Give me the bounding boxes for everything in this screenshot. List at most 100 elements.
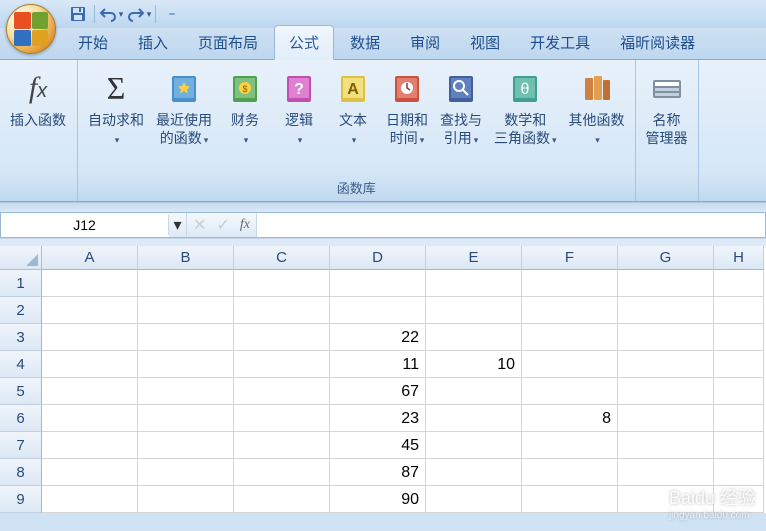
cell[interactable] <box>522 270 618 297</box>
tab-view[interactable]: 视图 <box>456 26 514 59</box>
row-header[interactable]: 8 <box>0 459 42 486</box>
cell[interactable]: 8 <box>522 405 618 432</box>
cell[interactable]: 10 <box>426 351 522 378</box>
cell[interactable]: 67 <box>330 378 426 405</box>
cell[interactable]: 11 <box>330 351 426 378</box>
date-time-button[interactable]: 日期和 时间▾ <box>382 64 432 147</box>
cell[interactable] <box>234 270 330 297</box>
cell[interactable] <box>138 486 234 513</box>
cell[interactable] <box>234 459 330 486</box>
cell[interactable] <box>234 324 330 351</box>
cancel-formula-button[interactable]: ✕ <box>193 215 206 235</box>
select-all-corner[interactable] <box>0 246 42 270</box>
cell[interactable] <box>426 378 522 405</box>
row-header[interactable]: 1 <box>0 270 42 297</box>
name-box[interactable]: J12 <box>1 215 169 235</box>
cell[interactable] <box>426 486 522 513</box>
cell[interactable] <box>426 324 522 351</box>
cell[interactable]: 87 <box>330 459 426 486</box>
cell[interactable] <box>234 378 330 405</box>
redo-button[interactable]: ▾ <box>125 2 153 26</box>
cell[interactable] <box>138 378 234 405</box>
cell[interactable] <box>618 297 714 324</box>
cell[interactable] <box>138 297 234 324</box>
column-header[interactable]: C <box>234 246 330 270</box>
more-functions-button[interactable]: 其他函数▾ <box>565 64 629 147</box>
enter-formula-button[interactable]: ✓ <box>216 215 229 235</box>
math-trig-button[interactable]: θ 数学和 三角函数▾ <box>490 64 561 147</box>
fx-button[interactable]: fx <box>240 217 250 233</box>
column-header[interactable]: F <box>522 246 618 270</box>
cell[interactable] <box>522 486 618 513</box>
tab-insert[interactable]: 插入 <box>124 26 182 59</box>
row-header[interactable]: 5 <box>0 378 42 405</box>
office-button[interactable] <box>6 4 56 54</box>
cell[interactable] <box>618 378 714 405</box>
cell[interactable]: 45 <box>330 432 426 459</box>
cell[interactable] <box>522 459 618 486</box>
row-header[interactable]: 3 <box>0 324 42 351</box>
cell[interactable] <box>426 270 522 297</box>
recently-used-button[interactable]: 最近使用 的函数▾ <box>152 64 216 147</box>
cell[interactable] <box>522 351 618 378</box>
cell[interactable] <box>714 378 764 405</box>
cell[interactable] <box>618 405 714 432</box>
cell[interactable] <box>42 459 138 486</box>
cell[interactable] <box>330 270 426 297</box>
tab-home[interactable]: 开始 <box>64 26 122 59</box>
cell[interactable] <box>234 297 330 324</box>
tab-developer[interactable]: 开发工具 <box>516 26 604 59</box>
cell[interactable] <box>522 378 618 405</box>
row-header[interactable]: 6 <box>0 405 42 432</box>
cell[interactable] <box>42 324 138 351</box>
cell[interactable] <box>618 432 714 459</box>
tab-formulas[interactable]: 公式 <box>274 25 334 60</box>
column-header[interactable]: B <box>138 246 234 270</box>
text-button[interactable]: A 文本▾ <box>328 64 378 147</box>
cell[interactable] <box>714 459 764 486</box>
tab-review[interactable]: 审阅 <box>396 26 454 59</box>
cell[interactable] <box>714 297 764 324</box>
qat-customize-button[interactable]: ⎯ <box>158 2 186 26</box>
cell[interactable]: 90 <box>330 486 426 513</box>
name-box-dropdown[interactable]: ▾ <box>169 213 187 237</box>
lookup-reference-button[interactable]: 查找与 引用▾ <box>436 64 486 147</box>
formula-input[interactable] <box>257 223 765 227</box>
cell[interactable]: 22 <box>330 324 426 351</box>
cell[interactable] <box>522 432 618 459</box>
cell[interactable] <box>522 324 618 351</box>
cell[interactable] <box>42 405 138 432</box>
row-header[interactable]: 2 <box>0 297 42 324</box>
name-manager-button[interactable]: 名称 管理器 <box>642 64 692 147</box>
logical-button[interactable]: ? 逻辑▾ <box>274 64 324 147</box>
cell[interactable] <box>714 432 764 459</box>
cell[interactable] <box>42 486 138 513</box>
cell[interactable] <box>234 405 330 432</box>
cell[interactable] <box>426 432 522 459</box>
cell[interactable]: 23 <box>330 405 426 432</box>
column-header[interactable]: A <box>42 246 138 270</box>
row-header[interactable]: 7 <box>0 432 42 459</box>
cell[interactable] <box>234 486 330 513</box>
column-header[interactable]: E <box>426 246 522 270</box>
save-button[interactable] <box>64 2 92 26</box>
autosum-button[interactable]: Σ 自动求和▾ <box>84 64 148 147</box>
row-header[interactable]: 4 <box>0 351 42 378</box>
cell[interactable] <box>618 351 714 378</box>
column-header[interactable]: H <box>714 246 764 270</box>
undo-button[interactable]: ▾ <box>97 2 125 26</box>
cell[interactable] <box>138 351 234 378</box>
cell[interactable] <box>522 297 618 324</box>
cell[interactable] <box>138 324 234 351</box>
cell[interactable] <box>42 297 138 324</box>
tab-foxit-reader[interactable]: 福昕阅读器 <box>606 26 709 59</box>
insert-function-button[interactable]: fx 插入函数 <box>6 64 70 130</box>
cell[interactable] <box>618 324 714 351</box>
cell[interactable] <box>426 297 522 324</box>
tab-data[interactable]: 数据 <box>336 26 394 59</box>
cell[interactable] <box>714 405 764 432</box>
cell[interactable] <box>618 459 714 486</box>
cell[interactable] <box>234 351 330 378</box>
cell[interactable] <box>618 270 714 297</box>
cell[interactable] <box>42 432 138 459</box>
